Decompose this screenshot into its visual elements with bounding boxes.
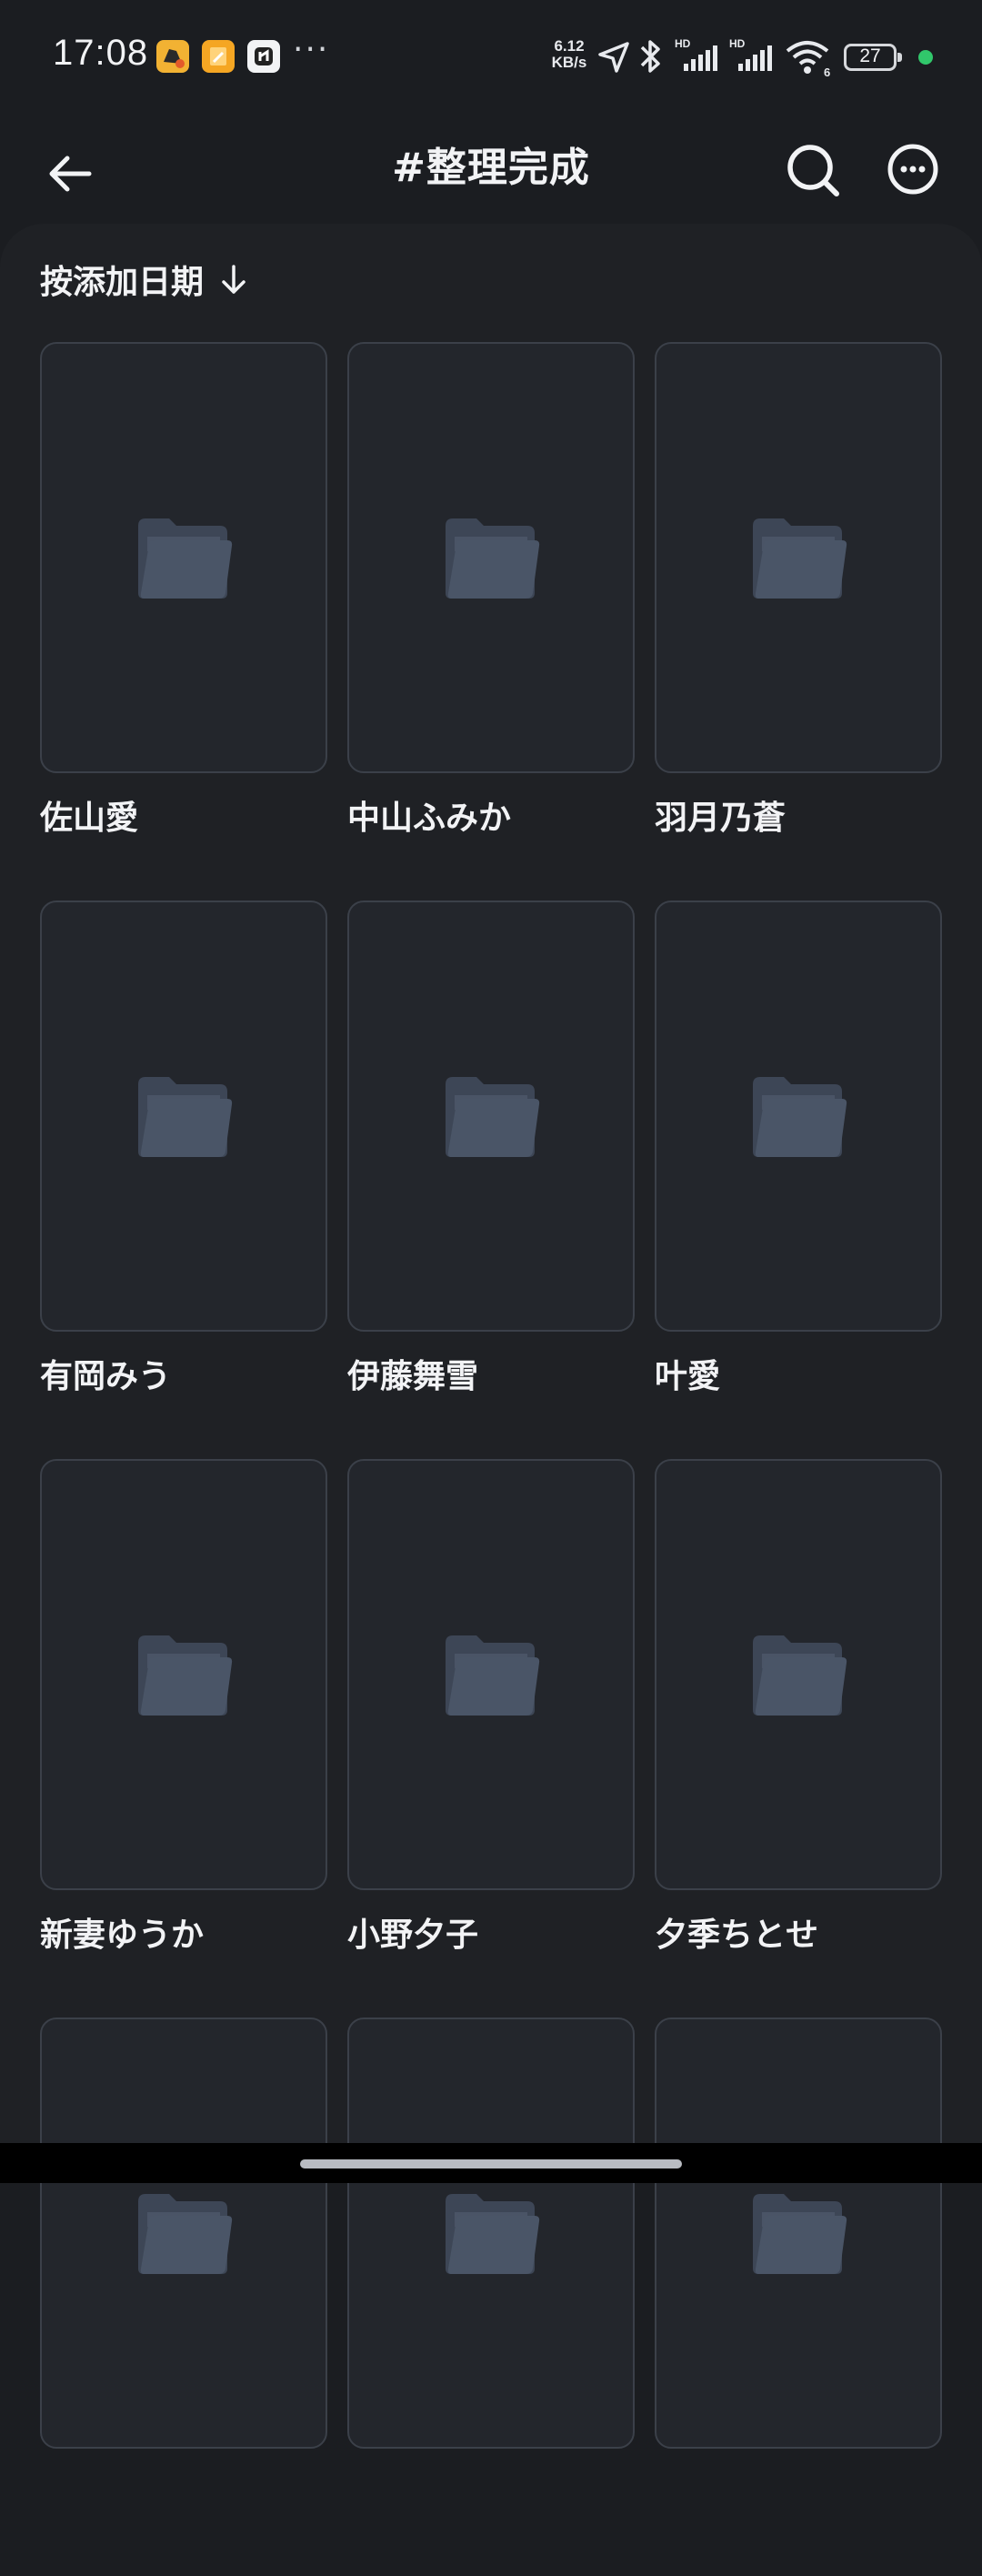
search-button[interactable] [777,127,849,200]
folder-thumbnail[interactable] [655,2018,942,2449]
search-icon [787,145,839,196]
folder-item[interactable] [347,2018,635,2576]
more-circle-icon [887,144,938,195]
folder-thumbnail[interactable] [347,1459,635,1890]
folder-icon [138,2194,233,2274]
folder-name: 有岡みう [40,1358,172,1395]
folder-item[interactable]: 新妻ゆうか [40,1459,327,2018]
wifi-6-icon: 6 [786,41,830,78]
folder-item[interactable]: 小野夕子 [347,1459,635,2018]
green-dot-indicator [918,50,933,65]
folder-name: 佐山愛 [40,800,139,837]
folder-thumbnail[interactable] [347,901,635,1332]
folder-item[interactable] [40,2018,327,2576]
status-bar: 17:08 ··· 6.12 KB/s HD HD 6 27 [0,0,982,116]
folder-name: 伊藤舞雪 [347,1358,479,1395]
battery-level: 27 [859,45,881,66]
folder-item[interactable] [655,2018,942,2576]
sort-selector[interactable]: 按添加日期 [40,257,249,302]
folder-thumbnail[interactable] [655,901,942,1332]
folder-thumbnail[interactable] [40,342,327,773]
folder-name: 新妻ゆうか [40,1917,205,1954]
bluetooth-icon [640,40,660,73]
folder-name: 中山ふみか [347,800,512,837]
folder-name: 夕季ちとせ [655,1917,819,1954]
hd-signal-icon: HD [729,37,772,71]
folder-thumbnail[interactable] [347,342,635,773]
folder-thumbnail[interactable] [40,1459,327,1890]
app-notification-icon [156,40,189,73]
navigation-bar [0,2143,982,2183]
hd-signal-icon: HD [675,37,717,71]
folder-thumbnail[interactable] [40,901,327,1332]
folder-icon [138,1635,233,1716]
more-options-button[interactable] [875,127,947,200]
folder-icon [753,518,847,599]
arrow-down-icon [222,265,246,294]
network-speed: 6.12 KB/s [544,38,595,71]
folder-icon [138,1077,233,1157]
folder-thumbnail[interactable] [347,2018,635,2449]
folder-item[interactable]: 羽月乃蒼 [655,342,942,901]
location-arrow-icon [598,42,629,73]
network-speed-unit: KB/s [551,54,587,71]
more-dots-icon: ··· [293,31,330,68]
folder-item[interactable]: 叶愛 [655,901,942,1459]
notes-icon [202,40,235,73]
sort-label: 按添加日期 [40,264,205,301]
folder-name: 羽月乃蒼 [655,800,787,837]
folder-icon [446,2194,540,2274]
battery-icon: 27 [844,44,902,71]
network-speed-value: 6.12 [554,37,585,55]
header: #整理完成 [0,116,982,226]
folder-thumbnail[interactable] [655,1459,942,1890]
folder-icon [138,518,233,599]
content-panel: 按添加日期 佐山愛 中山ふみか 羽月乃蒼 有岡みう 伊藤舞雪 叶愛 新妻ゆうか … [0,224,982,2449]
folder-name: 小野夕子 [347,1917,479,1954]
home-indicator[interactable] [300,2159,682,2168]
folder-name: 叶愛 [655,1358,721,1395]
folder-icon [446,518,540,599]
svg-text:HD: HD [675,37,691,50]
folder-icon [446,1635,540,1716]
svg-text:HD: HD [729,37,746,50]
folder-item[interactable]: 夕季ちとせ [655,1459,942,2018]
folder-thumbnail[interactable] [655,342,942,773]
folder-icon [446,1077,540,1157]
folder-icon [753,2194,847,2274]
folder-icon [753,1635,847,1716]
status-time: 17:08 [53,33,149,73]
folder-item[interactable]: 有岡みう [40,901,327,1459]
svg-text:6: 6 [824,65,830,78]
folder-item[interactable]: 佐山愛 [40,342,327,901]
folder-item[interactable]: 中山ふみか [347,342,635,901]
app-icon [247,40,280,73]
folder-thumbnail[interactable] [40,2018,327,2449]
folder-icon [753,1077,847,1157]
folder-grid: 佐山愛 中山ふみか 羽月乃蒼 有岡みう 伊藤舞雪 叶愛 新妻ゆうか 小野夕子 夕… [40,342,942,2576]
folder-item[interactable]: 伊藤舞雪 [347,901,635,1459]
